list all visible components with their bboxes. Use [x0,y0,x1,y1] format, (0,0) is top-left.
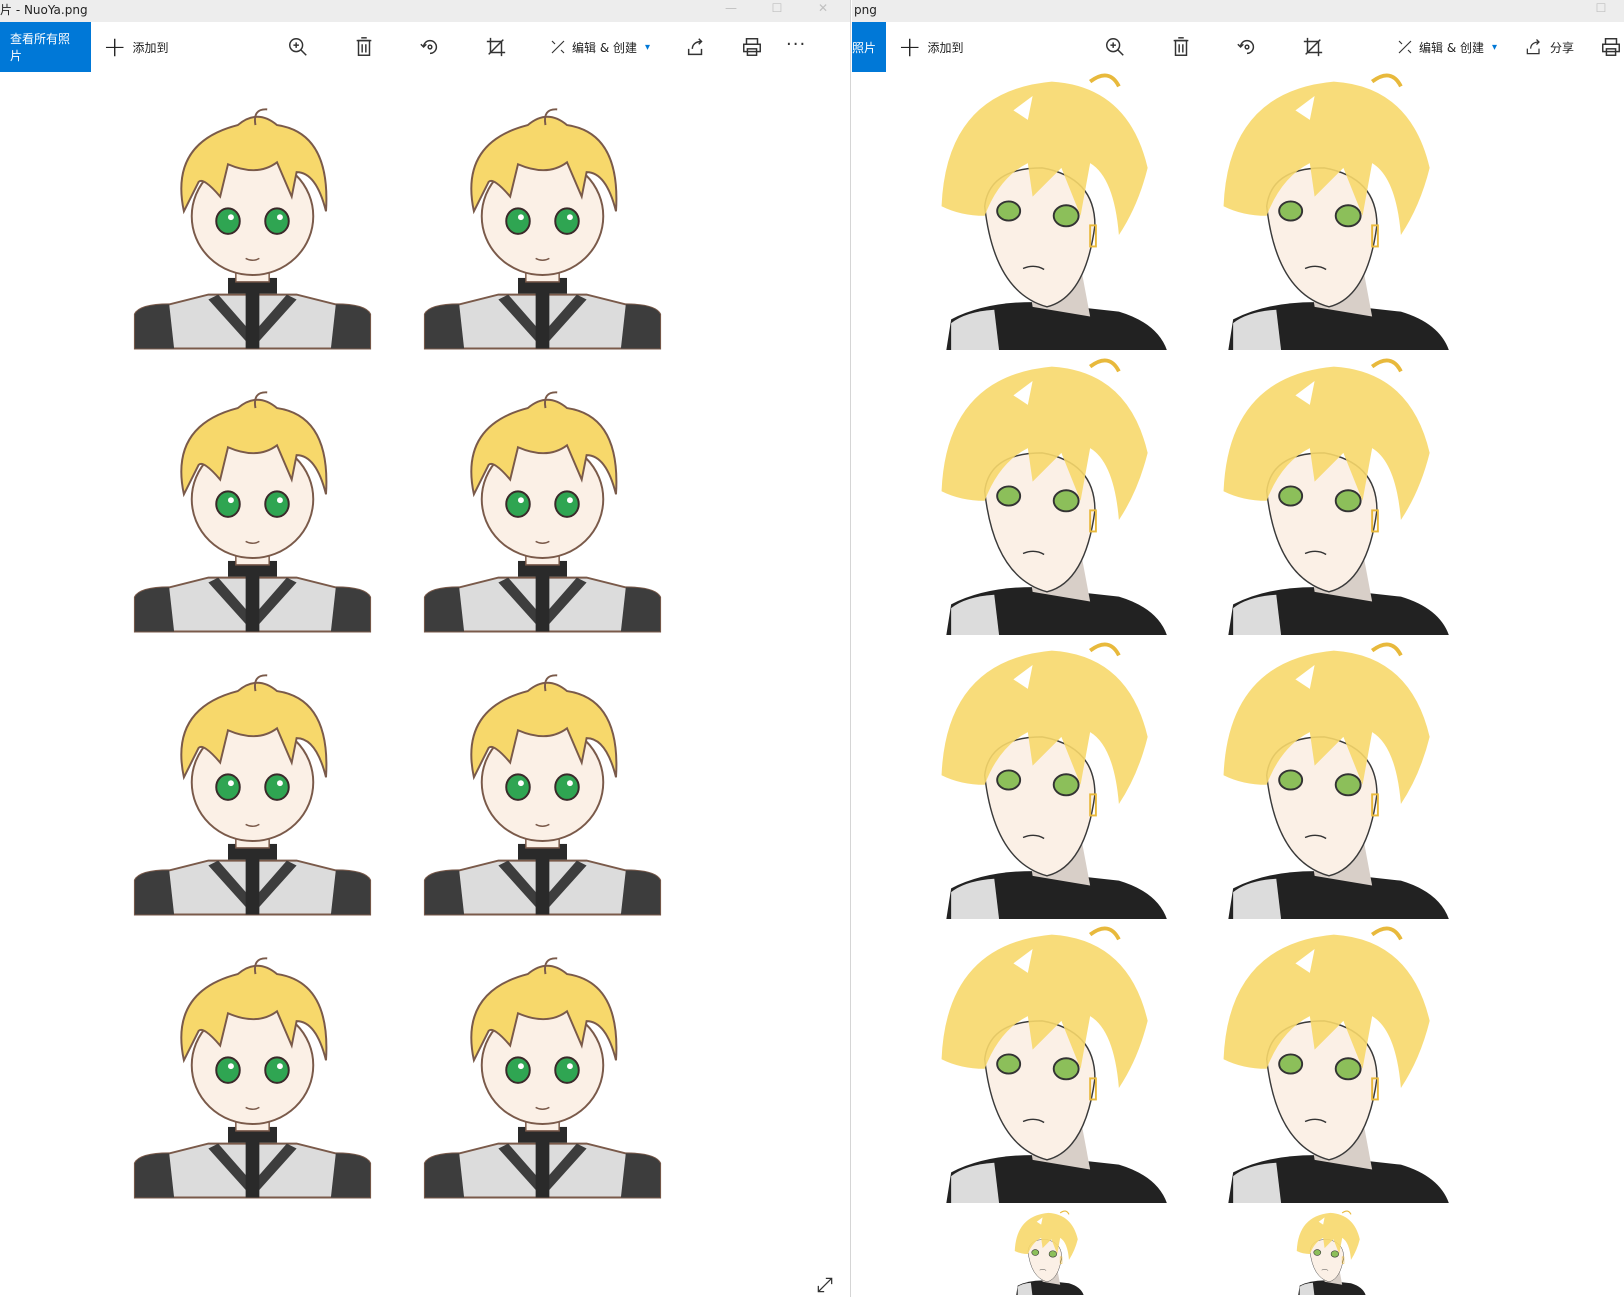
left-photo-window: 片 - NuoYa.png — ☐ ✕ 查看所有照片 + 添加到 编辑 & 创建… [0,0,851,1297]
rotate-icon[interactable] [417,34,443,60]
plus-icon-right: + [898,30,922,63]
left-window-title: 片 - NuoYa.png [0,3,88,17]
more-options-button[interactable]: ··· [786,34,806,55]
expand-icon[interactable] [815,1275,835,1295]
sprite-chibi-7 [130,949,375,1201]
minimize-button[interactable]: — [708,0,754,22]
left-titlebar[interactable]: 片 - NuoYa.png — ☐ ✕ [0,0,850,22]
edit-create-label: 编辑 & 创建 [572,40,637,55]
sprite-bust-10 [1204,1210,1454,1295]
add-to-label: 添加到 [132,40,169,55]
trash-icon[interactable] [351,34,377,60]
sprite-bust-1 [922,72,1172,350]
sprite-bust-6 [1204,641,1454,919]
view-all-label: 查看所有照片 [10,32,71,63]
zoom-in-icon[interactable] [285,34,311,60]
edit-create-label-right: 编辑 & 创建 [1419,40,1484,55]
sprite-bust-9 [922,1210,1172,1295]
sprite-bust-5 [922,641,1172,919]
maximize-button-right[interactable]: ☐ [1578,0,1624,22]
add-to-button[interactable]: + 添加到 [103,22,168,72]
close-button[interactable]: ✕ [800,0,846,22]
chevron-down-icon: ▾ [645,41,651,53]
right-photo-window: png ☐ 照片 + 添加到 编辑 & 创建 ▾ 分享 [852,0,1624,1297]
share-icon-right [1526,39,1540,55]
sprite-bust-7 [922,925,1172,1203]
sprite-chibi-1 [130,100,375,352]
sprite-bust-8 [1204,925,1454,1203]
edit-create-button[interactable]: 编辑 & 创建 ▾ [549,22,650,72]
edit-create-icon [551,40,565,54]
rotate-icon-right[interactable] [1234,34,1260,60]
print-icon[interactable] [739,34,765,60]
sprite-bust-2 [1204,72,1454,350]
sprite-bust-3 [922,357,1172,635]
right-window-title: png [854,3,877,17]
sprite-chibi-2 [420,100,665,352]
view-all-photos-button[interactable]: 查看所有照片 [0,22,91,72]
print-icon-right[interactable] [1598,34,1624,60]
sprite-chibi-4 [420,383,665,635]
crop-icon[interactable] [483,34,509,60]
sprite-bust-4 [1204,357,1454,635]
chevron-down-icon-right: ▾ [1492,41,1498,53]
sprite-chibi-3 [130,383,375,635]
share-icon[interactable] [683,34,709,60]
view-all-photos-button-right[interactable]: 照片 [852,22,886,72]
add-to-button-right[interactable]: + 添加到 [898,22,963,72]
view-all-label-right: 照片 [852,40,877,55]
sprite-chibi-5 [130,666,375,918]
edit-create-button-right[interactable]: 编辑 & 创建 ▾ [1396,22,1497,72]
right-toolbar: 照片 + 添加到 编辑 & 创建 ▾ 分享 [852,22,1624,72]
plus-icon: + [103,30,127,63]
add-to-label-right: 添加到 [927,40,964,55]
edit-create-icon-right [1398,40,1412,54]
share-button-right[interactable]: 分享 [1524,22,1574,72]
maximize-button[interactable]: ☐ [754,0,800,22]
sprite-chibi-8 [420,949,665,1201]
zoom-in-icon-right[interactable] [1102,34,1128,60]
right-titlebar[interactable]: png ☐ [852,0,1624,22]
sprite-chibi-6 [420,666,665,918]
trash-icon-right[interactable] [1168,34,1194,60]
crop-icon-right[interactable] [1300,34,1326,60]
share-label: 分享 [1550,40,1575,55]
left-toolbar: 查看所有照片 + 添加到 编辑 & 创建 ▾ ··· [0,22,850,72]
